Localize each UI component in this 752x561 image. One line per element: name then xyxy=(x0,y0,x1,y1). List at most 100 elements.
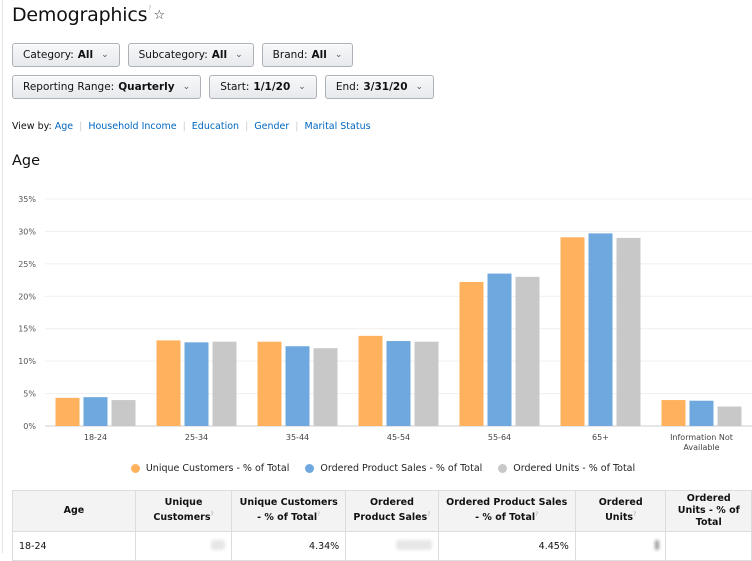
brand-dropdown-value: All xyxy=(311,49,327,61)
reporting-range-value: Quarterly xyxy=(118,81,175,93)
category-dropdown[interactable]: Category: All ⌄ xyxy=(12,43,120,67)
help-icon[interactable]: ? xyxy=(210,511,213,518)
start-date-label: Start: xyxy=(220,81,250,93)
legend-item-ordered-units[interactable]: Ordered Units - % of Total xyxy=(498,463,635,474)
cell-unique-customers-pct: 4.34% xyxy=(231,531,347,561)
legend-label: Unique Customers - % of Total xyxy=(145,463,290,474)
bar-65--series-2[interactable] xyxy=(616,237,641,426)
x-axis-labels: 18-24 25-34 35-44 45-54 55-64 65+ Information … xyxy=(84,433,733,452)
y-tick-label: 30% xyxy=(18,227,36,236)
legend-swatch-orange xyxy=(130,464,140,473)
help-icon[interactable]: ? xyxy=(427,511,430,518)
x-tick-label: 25-34 xyxy=(185,433,208,442)
separator: | xyxy=(295,121,299,132)
end-date-value: 3/31/20 xyxy=(363,81,408,93)
column-header-unique-customers-pct[interactable]: Unique Customers - % of Total? xyxy=(231,490,347,532)
y-tick-label: 25% xyxy=(18,260,36,269)
end-date-dropdown[interactable]: End: 3/31/20 ⌄ xyxy=(324,75,435,99)
x-tick-label: Available xyxy=(683,443,719,452)
chevron-down-icon: ⌄ xyxy=(298,82,306,92)
table-header-row: Age Unique Customers? Unique Customers -… xyxy=(12,490,752,532)
bar-55-64-series-2[interactable] xyxy=(515,276,540,426)
filter-row-dates: Reporting Range: Quarterly ⌄ Start: 1/1/… xyxy=(12,75,435,99)
view-by-gender-link[interactable]: Gender xyxy=(254,121,289,132)
cell-ordered-units-pct xyxy=(665,531,752,561)
x-tick-label: 55-64 xyxy=(488,433,511,442)
bar-35-44-series-2[interactable] xyxy=(313,348,338,426)
bar-65--series-0[interactable] xyxy=(560,237,585,426)
chart-bars xyxy=(55,233,742,426)
y-tick-label: 10% xyxy=(18,357,36,366)
cell-age: 18-24 xyxy=(12,531,136,561)
section-title: Age xyxy=(12,153,41,169)
bar-25-34-series-2[interactable] xyxy=(212,341,237,426)
help-icon[interactable]: ? xyxy=(633,511,636,518)
y-axis-ticks: 0% 5% 10% 15% 20% 25% 30% 35% xyxy=(18,195,36,431)
separator: | xyxy=(245,121,249,132)
bar-35-44-series-1[interactable] xyxy=(285,346,310,426)
cell-ordered-units xyxy=(574,531,667,561)
cell-ordered-product-sales-pct: 4.45% xyxy=(437,531,576,561)
legend-item-unique-customers[interactable]: Unique Customers - % of Total xyxy=(130,463,290,474)
reporting-range-dropdown[interactable]: Reporting Range: Quarterly ⌄ xyxy=(12,75,202,99)
help-icon[interactable]: ? xyxy=(148,5,151,12)
star-outline-icon[interactable]: ☆ xyxy=(153,8,165,23)
y-tick-label: 15% xyxy=(18,325,36,334)
help-icon[interactable]: ? xyxy=(317,511,320,518)
redacted-value xyxy=(655,539,660,550)
bar-65--series-1[interactable] xyxy=(588,233,613,426)
category-dropdown-label: Category: xyxy=(23,49,74,61)
column-header-ordered-product-sales[interactable]: Ordered Product Sales? xyxy=(345,490,439,532)
brand-dropdown[interactable]: Brand: All ⌄ xyxy=(261,43,354,67)
bar-18-24-series-2[interactable] xyxy=(111,400,136,426)
bar-45-54-series-2[interactable] xyxy=(414,341,439,426)
column-header-unique-customers[interactable]: Unique Customers? xyxy=(134,490,233,532)
bar-55-64-series-1[interactable] xyxy=(487,273,512,426)
bar-information-not-available-series-0[interactable] xyxy=(661,400,686,426)
x-tick-label: 65+ xyxy=(592,433,609,442)
bar-18-24-series-0[interactable] xyxy=(55,397,80,426)
view-by-marital-status-link[interactable]: Marital Status xyxy=(305,121,371,132)
bar-25-34-series-1[interactable] xyxy=(184,342,209,426)
x-tick-label: Information Not xyxy=(670,433,733,442)
view-by-age-link[interactable]: Age xyxy=(55,121,73,132)
bar-information-not-available-series-2[interactable] xyxy=(717,406,742,426)
column-header-age[interactable]: Age xyxy=(12,490,136,532)
column-header-ordered-product-sales-pct[interactable]: Ordered Product Sales - % of Total? xyxy=(437,490,576,532)
chevron-down-icon: ⌄ xyxy=(101,50,109,60)
start-date-dropdown[interactable]: Start: 1/1/20 ⌄ xyxy=(209,75,317,99)
chevron-down-icon: ⌄ xyxy=(334,50,343,60)
separator: | xyxy=(79,121,83,132)
chart-legend: Unique Customers - % of Total Ordered Pr… xyxy=(0,463,752,474)
bar-45-54-series-0[interactable] xyxy=(358,335,383,426)
bar-45-54-series-1[interactable] xyxy=(386,341,411,426)
subcategory-dropdown[interactable]: Subcategory: All ⌄ xyxy=(127,43,254,67)
legend-label: Ordered Units - % of Total xyxy=(513,463,636,474)
y-tick-label: 0% xyxy=(23,422,36,431)
category-dropdown-value: All xyxy=(77,49,94,61)
legend-item-ordered-product-sales[interactable]: Ordered Product Sales - % of Total xyxy=(305,463,482,474)
chevron-down-icon: ⌄ xyxy=(415,82,424,92)
reporting-range-label: Reporting Range: xyxy=(23,81,115,93)
column-header-ordered-units[interactable]: Ordered Units? xyxy=(574,490,667,532)
y-tick-label: 5% xyxy=(23,390,36,399)
separator: | xyxy=(182,121,186,132)
help-icon[interactable]: ? xyxy=(535,511,538,518)
legend-swatch-blue xyxy=(305,464,315,473)
x-tick-label: 45-54 xyxy=(387,433,410,442)
page-header: Demographics ? ☆ xyxy=(12,3,165,27)
end-date-label: End: xyxy=(335,81,360,93)
bar-35-44-series-0[interactable] xyxy=(257,341,282,426)
cell-unique-customers xyxy=(134,531,233,561)
bar-information-not-available-series-1[interactable] xyxy=(689,400,714,426)
view-by-household-income-link[interactable]: Household Income xyxy=(88,121,176,132)
bar-25-34-series-0[interactable] xyxy=(156,340,181,426)
column-header-ordered-units-pct[interactable]: Ordered Units - % of Total xyxy=(665,490,752,532)
bar-55-64-series-0[interactable] xyxy=(459,282,484,426)
bar-18-24-series-1[interactable] xyxy=(83,397,108,426)
view-by-label: View by: xyxy=(12,121,52,132)
filter-row-product: Category: All ⌄ Subcategory: All ⌄ Brand… xyxy=(12,43,354,67)
table-row: 18-24 4.34% 4.45% xyxy=(12,531,752,561)
subcategory-dropdown-label: Subcategory: xyxy=(138,49,208,61)
view-by-education-link[interactable]: Education xyxy=(192,121,239,132)
